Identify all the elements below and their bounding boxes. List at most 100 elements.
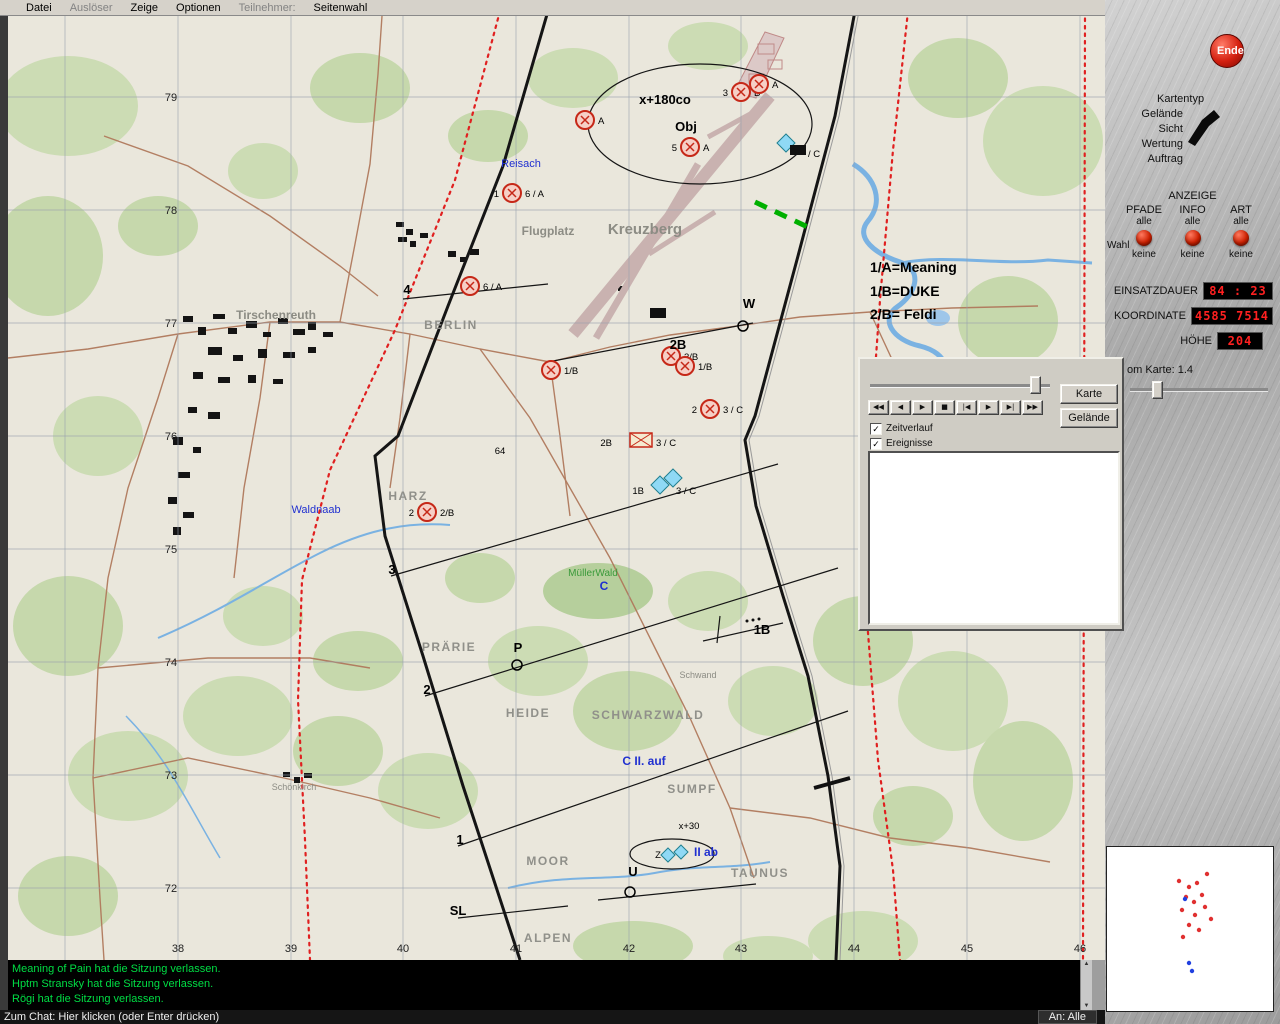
menu-seitenwahl[interactable]: Seitenwahl (314, 2, 368, 14)
timeline-slider-track[interactable] (870, 384, 1050, 388)
playback-checkboxes: ✓ Zeitverlauf ✓ Ereignisse (870, 421, 933, 451)
playback-button-4[interactable]: |◀ (956, 400, 977, 415)
map-label: Kreuzberg (608, 221, 682, 238)
anzeige-columns: PFADEallekeineINFOallekeineARTallekeine (1121, 204, 1264, 260)
minimap-dot (1187, 923, 1191, 927)
svg-text:6 / A: 6 / A (525, 189, 545, 200)
menu-auslser: Auslöser (70, 2, 113, 14)
svg-text:2: 2 (409, 508, 414, 519)
checkbox-zeitverlauf[interactable]: ✓ Zeitverlauf (870, 421, 933, 436)
map-label: 3 / C (676, 486, 696, 497)
overview-minimap[interactable] (1106, 846, 1274, 1012)
zoom-slider-thumb[interactable] (1152, 381, 1163, 399)
playback-buttons: ◀◀◀▶■|◀▶▶|▶▶ (868, 400, 1043, 415)
map-label: SCHWARZWALD (592, 708, 705, 722)
minimap-dot (1181, 935, 1185, 939)
checkbox-box[interactable]: ✓ (870, 438, 882, 450)
minimap-dot (1195, 881, 1199, 885)
event-list[interactable] (868, 451, 1120, 625)
unit-symbol-env[interactable] (630, 433, 652, 447)
menu-datei[interactable]: Datei (26, 2, 52, 14)
timeline-slider-thumb[interactable] (1030, 376, 1041, 394)
kartentyp-option-wertung[interactable]: Wertung (1105, 137, 1183, 152)
map-label: Obj (675, 119, 697, 134)
grid-label-x: 42 (623, 943, 635, 955)
status-bar: Zum Chat: Hier klicken (oder Enter drück… (0, 1010, 1105, 1024)
menu-zeige[interactable]: Zeige (130, 2, 158, 14)
kartentyp-option-gelände[interactable]: Gelände (1105, 107, 1183, 122)
checkbox-label: Ereignisse (886, 438, 933, 449)
map-label: 2B (670, 337, 687, 352)
minimap-dot (1187, 885, 1191, 889)
map-label: SUMPF (667, 782, 717, 796)
map-label: 1/A=Meaning (870, 259, 957, 275)
playback-button-0[interactable]: ◀◀ (868, 400, 889, 415)
map-label: 64 (495, 446, 506, 457)
readout-koordinate: KOORDINATE4585 7514 (1105, 307, 1275, 325)
minimap-dot (1205, 872, 1209, 876)
playback-button-7[interactable]: ▶▶ (1022, 400, 1043, 415)
svg-text:2/B: 2/B (440, 508, 454, 519)
recipient-selector[interactable]: An: Alle (1038, 1010, 1097, 1024)
svg-text:6 / A: 6 / A (483, 282, 503, 293)
minimap-dot (1192, 900, 1196, 904)
svg-text:A: A (703, 143, 710, 154)
chat-scrollbar[interactable]: ▲▼ (1080, 960, 1092, 1010)
checkbox-ereignisse[interactable]: ✓ Ereignisse (870, 436, 933, 451)
anzeige-col-art: ARTallekeine (1218, 204, 1264, 260)
anzeige-col-top: alle (1121, 216, 1167, 227)
karte-button[interactable]: Karte (1060, 384, 1118, 404)
app-window: Datei Auslöser Zeige Optionen Teilnehmer: Sei… (0, 0, 1280, 1024)
map-frame (0, 16, 8, 1010)
anzeige-title: ANZEIGE (1105, 190, 1280, 202)
playback-button-6[interactable]: ▶| (1000, 400, 1021, 415)
readouts: EINSATZDAUER84 : 23KOORDINATE4585 7514HÖ… (1105, 282, 1275, 357)
map-label: ALPEN (524, 931, 572, 945)
kartentyp-option-auftrag[interactable]: Auftrag (1105, 152, 1183, 167)
minimap-dot (1209, 917, 1213, 921)
map-label: 1B (632, 486, 644, 497)
grid-label-y: 76 (165, 431, 177, 443)
menu-teilnehmer: Teilnehmer: (239, 2, 296, 14)
chat-lines: Meaning of Pain hat die Sitzung verlasse… (12, 962, 1088, 1007)
chat-hint[interactable]: Zum Chat: Hier klicken (oder Enter drück… (4, 1011, 219, 1023)
knob-icon[interactable] (1136, 230, 1152, 246)
map-label: Z (655, 850, 661, 861)
checkbox-box[interactable]: ✓ (870, 423, 882, 435)
zoom-slider-track[interactable] (1130, 388, 1268, 392)
map-label: TAUNUS (731, 866, 789, 880)
menu-optionen[interactable]: Optionen (176, 2, 221, 14)
knob-icon[interactable] (1233, 230, 1249, 246)
readout-label: KOORDINATE (1114, 310, 1186, 322)
playback-button-5[interactable]: ▶ (978, 400, 999, 415)
menubar: Datei Auslöser Zeige Optionen Teilnehmer: Sei… (0, 0, 1105, 16)
kartentyp-option-sicht[interactable]: Sicht (1105, 122, 1183, 137)
unit-symbol-rect[interactable] (790, 145, 806, 155)
minimap-dot (1187, 961, 1191, 965)
minimap-dot (1183, 897, 1187, 901)
ende-button[interactable]: Ende (1210, 34, 1244, 68)
map-label: x+30 (679, 821, 700, 832)
playback-button-3[interactable]: ■ (934, 400, 955, 415)
chat-message: Rögi hat die Sitzung verlassen. (12, 992, 1088, 1007)
playback-button-2[interactable]: ▶ (912, 400, 933, 415)
wahl-label: Wahl (1107, 240, 1129, 251)
knob-icon[interactable] (1185, 230, 1201, 246)
readout-label: EINSATZDAUER (1114, 285, 1198, 297)
map-label: 1B (754, 622, 771, 637)
map-label: x+180co (639, 92, 691, 107)
map-label: HEIDE (506, 706, 550, 720)
svg-text:2: 2 (692, 405, 697, 416)
gelaende-button[interactable]: Gelände (1060, 408, 1118, 428)
unit-symbol-rect[interactable] (650, 308, 666, 318)
playback-button-1[interactable]: ◀ (890, 400, 911, 415)
playback-panel: ◀◀◀▶■|◀▶▶|▶▶ Karte Gelände ✓Zeitverlauf✓… (858, 357, 1124, 631)
grid-label-y: 75 (165, 544, 177, 556)
svg-text:1/B: 1/B (698, 362, 712, 373)
chat-log[interactable]: Meaning of Pain hat die Sitzung verlasse… (8, 960, 1092, 1010)
readout-einsatzdauer: EINSATZDAUER84 : 23 (1105, 282, 1275, 300)
checkbox-label: Zeitverlauf (886, 423, 933, 434)
grid-label-y: 72 (165, 883, 177, 895)
map-label: W (743, 296, 756, 311)
svg-text:5: 5 (672, 143, 677, 154)
